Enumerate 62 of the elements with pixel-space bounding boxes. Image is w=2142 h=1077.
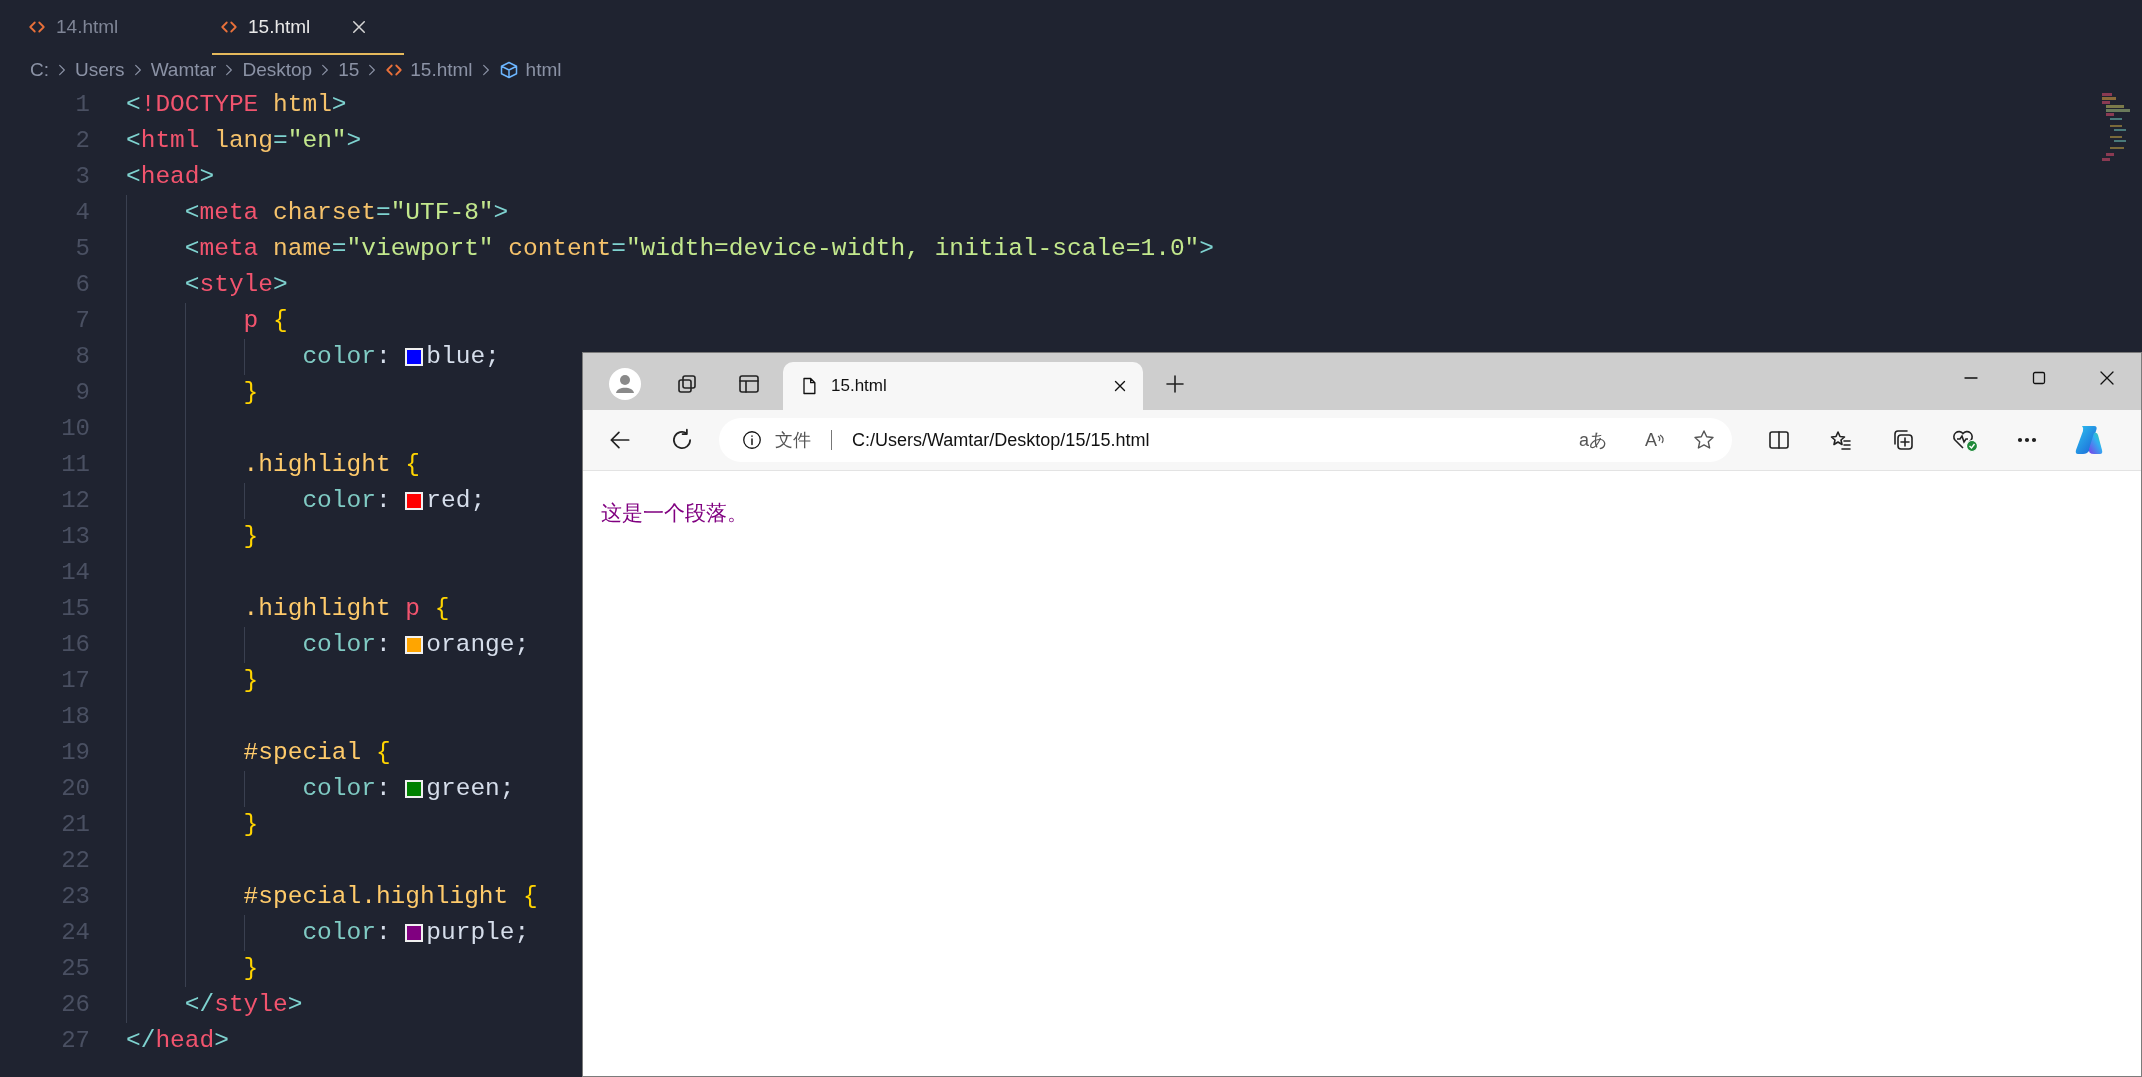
- sound-waves-icon: [1657, 434, 1665, 446]
- read-aloud-button[interactable]: A: [1630, 429, 1680, 451]
- split-screen-icon[interactable]: [1767, 428, 1791, 452]
- code-text: <style>: [184, 270, 288, 300]
- color-swatch[interactable]: [405, 924, 424, 942]
- url-text: C:/Users/Wamtar/Desktop/15/15.html: [852, 429, 1151, 451]
- code-text: }: [243, 666, 259, 696]
- code-text: }: [243, 810, 259, 840]
- editor-tab[interactable]: 15.html: [212, 0, 404, 55]
- color-swatch[interactable]: [405, 492, 424, 510]
- breadcrumb-item[interactable]: Users: [75, 59, 125, 81]
- breadcrumb-item[interactable]: 15: [338, 59, 360, 81]
- collections-icon[interactable]: [1891, 428, 1915, 452]
- code-text: </head>: [126, 1026, 229, 1056]
- favorite-star-icon[interactable]: [1692, 428, 1716, 452]
- code-text: purple;: [426, 918, 530, 948]
- code-text: }: [243, 522, 259, 552]
- code-text: }: [243, 954, 259, 984]
- favorites-list-icon[interactable]: [1829, 428, 1853, 452]
- color-swatch[interactable]: [405, 636, 424, 654]
- code-text: <meta name="viewport" content="width=device-width, initial-scale=1.0">: [184, 234, 1214, 264]
- code-text: <!DOCTYPE html>: [126, 90, 347, 120]
- new-tab-icon[interactable]: [1163, 372, 1187, 396]
- breadcrumb-item[interactable]: C:: [30, 59, 49, 81]
- code-text: color:: [302, 918, 392, 948]
- code-text: blue;: [426, 342, 500, 372]
- editor-tab[interactable]: 14.html: [20, 0, 172, 55]
- code-text: .highlight p {: [243, 594, 450, 624]
- minimap-drawing[interactable]: [2102, 93, 2130, 163]
- code-text: }: [243, 378, 259, 408]
- browser-tab[interactable]: 15.html: [783, 362, 1143, 410]
- color-swatch[interactable]: [405, 780, 424, 798]
- code-text: </style>: [184, 990, 303, 1020]
- code-text: green;: [426, 774, 515, 804]
- code-text: <head>: [126, 162, 215, 192]
- code-text: p {: [243, 306, 288, 336]
- code-text: color:: [302, 774, 392, 804]
- code-text: #special.highlight {: [243, 882, 538, 912]
- cube-icon: [498, 60, 519, 80]
- code-text: .highlight {: [243, 450, 421, 480]
- breadcrumb-item[interactable]: html: [525, 59, 562, 81]
- code-text: color:: [302, 486, 392, 516]
- color-swatch[interactable]: [405, 348, 424, 366]
- breadcrumb-item[interactable]: 15.html: [410, 59, 473, 81]
- close-icon[interactable]: [2099, 370, 2115, 386]
- page-paragraph: 这是一个段落。: [601, 500, 749, 527]
- breadcrumb-item[interactable]: Wamtar: [150, 59, 217, 81]
- translate-button[interactable]: aあ: [1568, 428, 1618, 452]
- code-text: red;: [426, 486, 486, 516]
- breadcrumb-item[interactable]: Desktop: [242, 59, 313, 81]
- info-icon[interactable]: [741, 429, 763, 451]
- tab-actions-icon[interactable]: [737, 372, 761, 396]
- code-text: color:: [302, 630, 392, 660]
- scheme-label: 文件: [775, 429, 811, 452]
- address-bar[interactable]: 文件 C:/Users/Wamtar/Desktop/15/15.html aあ A: [719, 418, 1732, 462]
- maximize-icon[interactable]: [2031, 370, 2047, 386]
- code-text: <html lang="en">: [126, 126, 362, 156]
- code-text: color:: [302, 342, 392, 372]
- code-text: <meta charset="UTF-8">: [184, 198, 509, 228]
- workspaces-icon[interactable]: [675, 372, 699, 396]
- code-text: #special {: [243, 738, 391, 768]
- code-text: orange;: [426, 630, 530, 660]
